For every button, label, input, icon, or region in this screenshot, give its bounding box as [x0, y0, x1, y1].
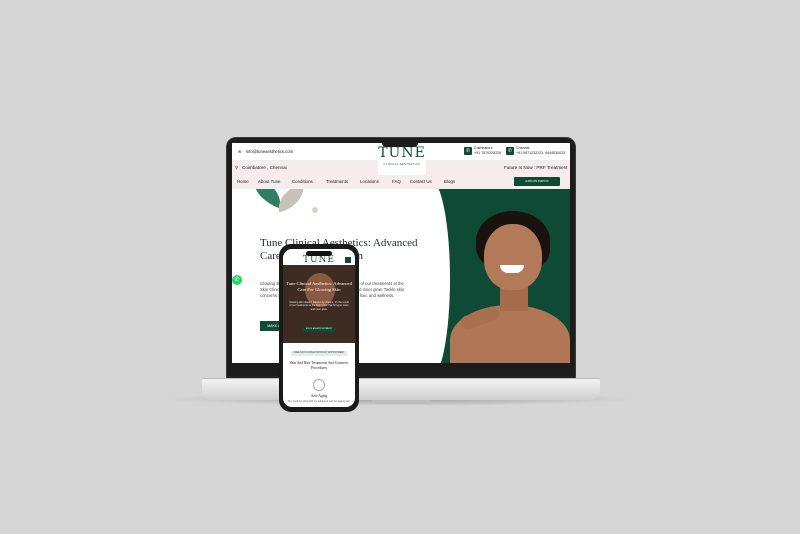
section-title: Skin And Hair Treatments And Cosmetic Pr…	[289, 361, 349, 370]
nav-faq[interactable]: FAQ	[392, 179, 401, 184]
model-face	[484, 224, 542, 290]
leaf-decoration	[273, 189, 309, 213]
nav-home[interactable]: Home	[237, 179, 249, 184]
nav-blogs[interactable]: Blogs	[444, 179, 455, 184]
location-text: Coimbatore , Chennai	[242, 165, 287, 170]
nav-contact[interactable]: Contact Us	[410, 179, 432, 184]
appointment-button[interactable]: APPOINTMENT	[514, 177, 560, 186]
phone-hero-description: Glowing skin doesn't happen by chance, i…	[289, 301, 349, 311]
phone-screen: TUNE Tune Clinical Aesthetics: Advanced …	[283, 249, 355, 407]
laptop-notch	[372, 400, 430, 404]
phone-city-1: Coimbatore	[474, 146, 493, 150]
laptop-base	[202, 378, 600, 400]
whatsapp-icon[interactable]: ✆	[232, 275, 242, 285]
card-title: Anti-Aging	[310, 394, 328, 398]
nav-conditions[interactable]: Conditions	[292, 179, 313, 184]
hero-curve	[410, 189, 450, 363]
card-description: Turn back the clock with our advanced ca…	[287, 400, 351, 403]
dot-decoration	[312, 207, 318, 213]
future-text[interactable]: Future Is Now : PRF Treatment	[504, 165, 568, 170]
nav-treatments[interactable]: Treatments	[326, 179, 348, 184]
menu-icon[interactable]	[345, 257, 351, 263]
phone-hero-title: Tune Clinical Aesthetics: Advanced Care …	[286, 281, 352, 292]
logo[interactable]: TUNE CLINICAL AESTHETICS	[378, 143, 426, 177]
mail-icon: ✉	[238, 149, 242, 154]
phone-city-2: Chennai	[516, 146, 530, 150]
logo-subtitle: CLINICAL AESTHETICS	[383, 163, 421, 166]
consultation-badge: FREE SKIN CONSULTATION BY APPOINTMENT	[291, 351, 347, 356]
phone-number-1[interactable]: +91 7670226226	[474, 151, 501, 155]
nav-about[interactable]: About Tune	[258, 179, 280, 184]
phone-hero-button[interactable]: BOOK AN APPOINTMENT	[303, 327, 335, 332]
phone-hero: Tune Clinical Aesthetics: Advanced Care …	[283, 265, 355, 343]
email-link[interactable]: info@tuneaesthetics.com	[246, 149, 293, 154]
location-pin-icon: ⚲	[235, 165, 239, 170]
phone-icon: ✆	[464, 147, 472, 155]
phone-icon: ✆	[506, 147, 514, 155]
camera-notch	[382, 139, 418, 147]
phone-number-2[interactable]: +91 9871232231, 9444030033	[516, 151, 565, 155]
anti-aging-icon	[313, 379, 325, 391]
phone-notch	[306, 251, 332, 256]
nav-locations[interactable]: Locations	[360, 179, 379, 184]
